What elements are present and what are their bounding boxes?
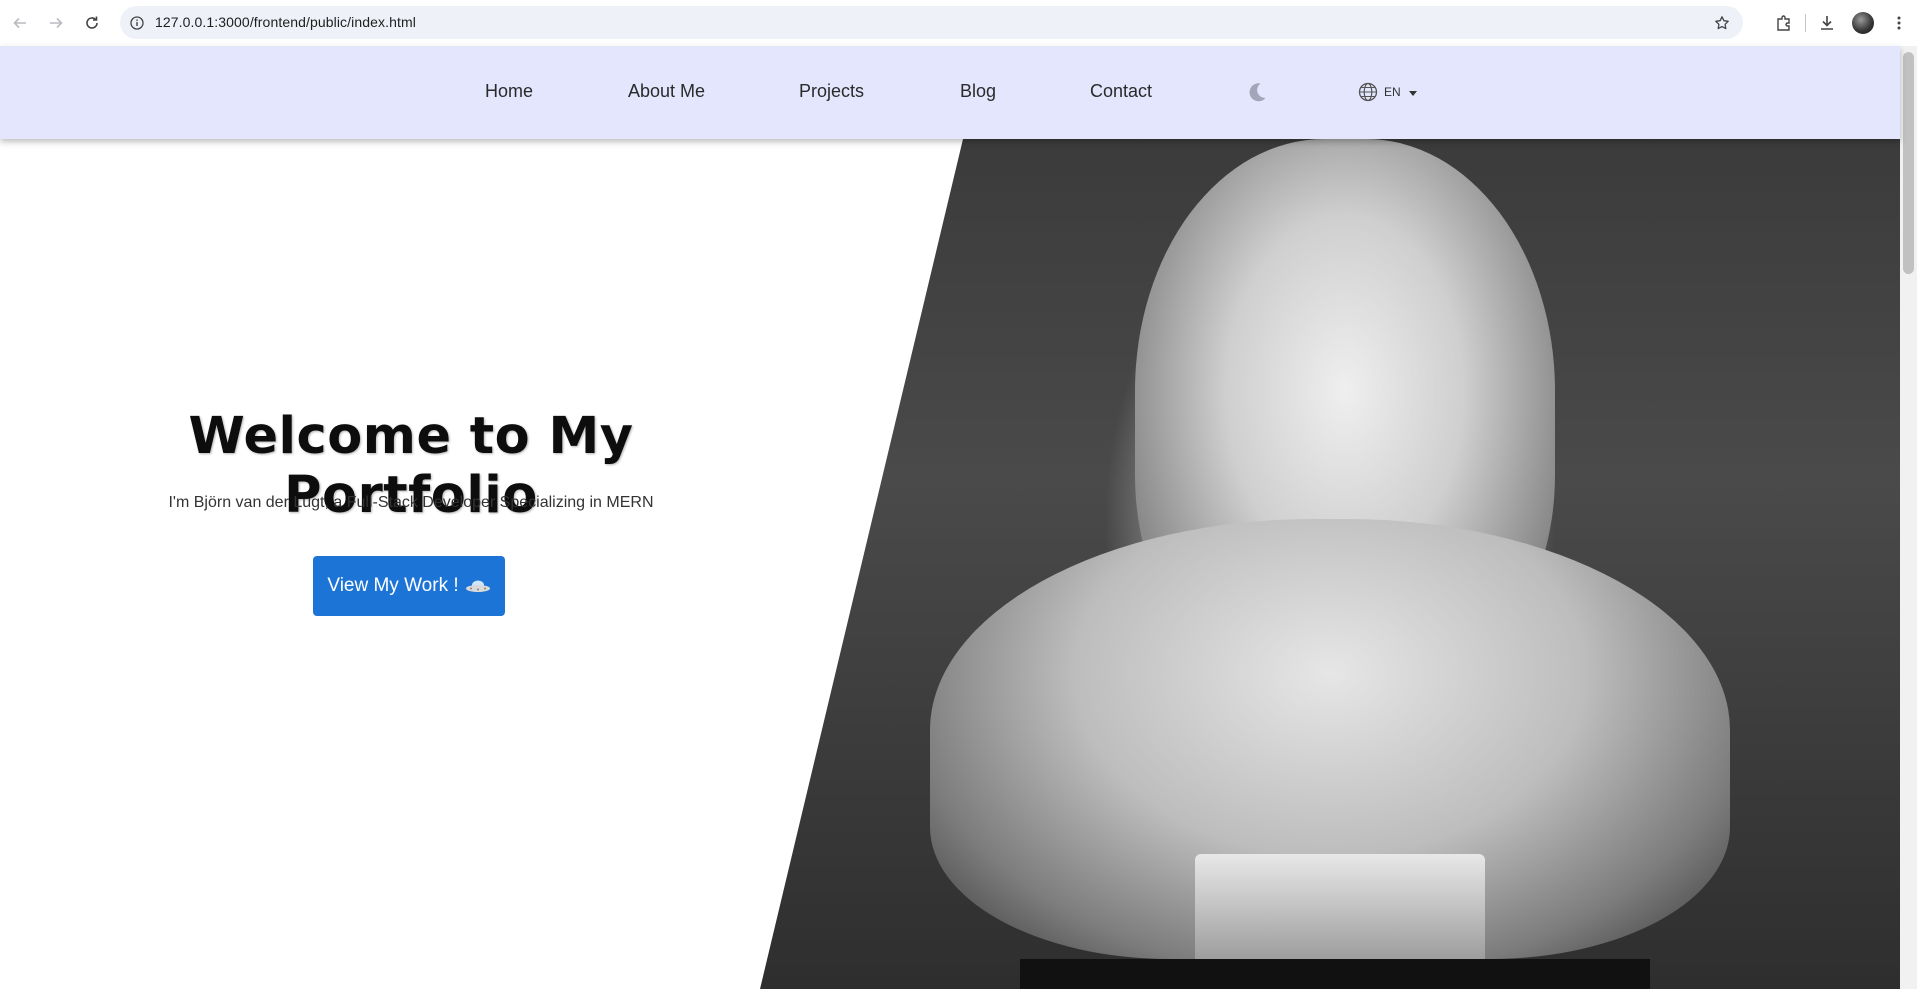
toolbar-separator [1805, 14, 1806, 32]
hero-section: Welcome to My Portfolio I'm Björn van de… [0, 139, 1900, 989]
extensions-button[interactable] [1766, 5, 1802, 41]
site-navbar: Home About Me Projects Blog Contact EN [0, 46, 1900, 139]
bust-pedestal-shape [1195, 854, 1485, 964]
bookmark-star-icon[interactable] [1712, 13, 1731, 32]
bust-base-shape [1020, 959, 1650, 989]
download-icon [1821, 16, 1833, 30]
avatar [1852, 12, 1874, 34]
chevron-down-icon [1408, 90, 1417, 96]
language-label: EN [1384, 85, 1401, 99]
nav-link-contact[interactable]: Contact [1090, 81, 1152, 102]
hero-bust-image [760, 139, 1900, 989]
cta-label: View My Work ! [327, 575, 459, 596]
site-info-icon[interactable] [127, 13, 146, 32]
reload-icon [86, 16, 98, 29]
browser-actions [1766, 0, 1917, 46]
browser-menu-button[interactable] [1881, 5, 1917, 41]
address-bar[interactable]: 127.0.0.1:3000/frontend/public/index.htm… [120, 6, 1743, 39]
nav-link-home[interactable]: Home [485, 81, 533, 102]
back-button[interactable] [2, 5, 38, 41]
puzzle-icon [1777, 15, 1790, 31]
nav-link-about-me[interactable]: About Me [628, 81, 705, 102]
language-selector[interactable]: EN [1358, 82, 1417, 102]
forward-button[interactable] [38, 5, 74, 41]
reload-button[interactable] [74, 5, 110, 41]
hero-subtitle: I'm Björn van der Lugt, a Full-Stack Dev… [168, 494, 654, 511]
globe-icon [1358, 82, 1378, 102]
arrow-left-icon [13, 17, 26, 29]
moon-icon [1249, 83, 1266, 102]
browser-toolbar: 127.0.0.1:3000/frontend/public/index.htm… [0, 0, 1917, 46]
dark-mode-toggle[interactable] [1246, 81, 1268, 103]
url-text: 127.0.0.1:3000/frontend/public/index.htm… [155, 14, 416, 30]
downloads-button[interactable] [1809, 5, 1845, 41]
nav-link-blog[interactable]: Blog [960, 81, 996, 102]
kebab-menu-icon [1897, 16, 1901, 30]
ufo-icon [465, 580, 490, 592]
page-scrollbar[interactable] [1900, 46, 1917, 989]
arrow-right-icon [50, 17, 63, 29]
profile-button[interactable] [1845, 5, 1881, 41]
view-my-work-button[interactable]: View My Work ! [313, 556, 505, 616]
scrollbar-thumb[interactable] [1903, 52, 1914, 274]
nav-link-projects[interactable]: Projects [799, 81, 864, 102]
